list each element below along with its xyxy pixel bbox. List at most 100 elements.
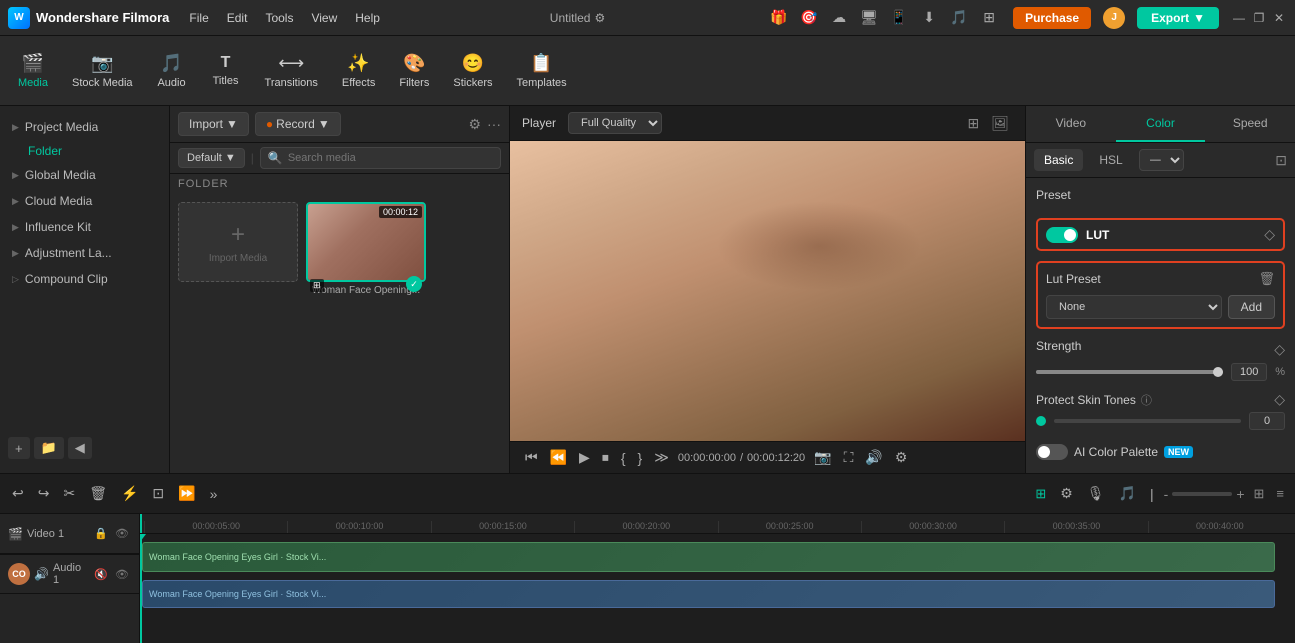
tl-mic-button[interactable]: 🎙 (1083, 482, 1109, 505)
tool-titles[interactable]: T Titles (201, 48, 251, 93)
tool-transitions[interactable]: ⟷ Transitions (255, 47, 328, 95)
video-track-area[interactable]: Woman Face Opening Eyes Girl · Stock Vi.… (140, 534, 1295, 643)
menu-help[interactable]: Help (347, 7, 388, 29)
panel-cloud-media[interactable]: ▶ Cloud Media (0, 188, 169, 214)
video-clip[interactable]: Woman Face Opening Eyes Girl · Stock Vi.… (142, 542, 1275, 572)
video-track-eye[interactable]: 👁 (113, 526, 131, 541)
tab-video[interactable]: Video (1026, 106, 1116, 142)
close-button[interactable]: ✕ (1271, 10, 1287, 26)
import-button[interactable]: Import ▼ (178, 112, 249, 136)
tl-more-button[interactable]: » (206, 483, 222, 505)
lut-add-button[interactable]: Add (1228, 295, 1275, 319)
tl-audio-button[interactable]: 🎵 (1115, 482, 1140, 505)
play-button[interactable]: ▶ (576, 446, 593, 469)
strength-value[interactable]: 100 (1231, 363, 1267, 381)
maximize-button[interactable]: ❐ (1251, 10, 1267, 26)
tl-split-button[interactable]: ⚡ (117, 482, 142, 505)
volume-button[interactable]: 🔊 (862, 446, 885, 469)
panel-project-media[interactable]: ▶ Project Media (0, 114, 169, 140)
subtab-hsl[interactable]: HSL (1089, 149, 1132, 171)
zoom-in-icon[interactable]: + (1236, 486, 1244, 502)
audio-track-mute[interactable]: 🔇 (92, 567, 110, 582)
video-track-lock[interactable]: 🔒 (92, 526, 110, 541)
lut-toggle[interactable] (1046, 227, 1078, 243)
tab-color[interactable]: Color (1116, 106, 1206, 142)
more-icon[interactable]: ··· (487, 116, 501, 133)
mark-in-button[interactable]: { (618, 447, 629, 469)
purchase-button[interactable]: Purchase (1013, 7, 1091, 29)
tool-stickers[interactable]: 😊 Stickers (443, 47, 502, 95)
panel-arrow-button[interactable]: ◀ (68, 437, 92, 459)
panel-adjustment-layer[interactable]: ▶ Adjustment La... (0, 240, 169, 266)
minimize-button[interactable]: — (1231, 10, 1247, 26)
snapshot-button[interactable]: 📷 (811, 446, 834, 469)
skip-back-button[interactable]: ⏮ (522, 446, 541, 469)
tl-delete-button[interactable]: 🗑 (85, 482, 111, 505)
tool-effects[interactable]: ✨ Effects (332, 47, 385, 95)
zoom-out-icon[interactable]: - (1164, 486, 1169, 502)
quality-select[interactable]: Full Quality (568, 112, 662, 134)
music-icon[interactable]: 🎵 (947, 6, 971, 30)
strength-slider[interactable] (1036, 370, 1223, 374)
video-clip-thumb[interactable]: 00:00:12 ⊞ ✓ Woman Face Opening... (306, 202, 426, 296)
record-button[interactable]: ● Record ▼ (255, 112, 341, 136)
panel-folder[interactable]: Folder (0, 140, 169, 162)
download-icon[interactable]: ⬇ (917, 6, 941, 30)
protect-diamond-icon[interactable]: ◇ (1274, 391, 1285, 408)
zoom-slider[interactable] (1172, 492, 1232, 496)
diamond-icon[interactable]: ◇ (1264, 226, 1275, 243)
menu-file[interactable]: File (181, 7, 216, 29)
tl-grid-button[interactable]: ⊞ (1251, 483, 1268, 505)
panel-influence-kit[interactable]: ▶ Influence Kit (0, 214, 169, 240)
tl-crop-button[interactable]: ⊡ (148, 482, 168, 505)
tl-redo-button[interactable]: ↪ (34, 482, 54, 505)
stop-button[interactable]: ⏹ (599, 446, 612, 469)
filter-icon[interactable]: ⚙ (468, 116, 481, 133)
phone-icon[interactable]: 📱 (887, 6, 911, 30)
tl-marker-button[interactable]: | (1146, 483, 1158, 505)
tl-speed-button[interactable]: ⏩ (174, 482, 199, 505)
tl-cut-button[interactable]: ✂ (59, 482, 79, 505)
protect-value[interactable]: 0 (1249, 412, 1285, 430)
audio-track-eye[interactable]: 👁 (113, 567, 131, 582)
tl-snap-button[interactable]: ⊞ (1031, 483, 1050, 505)
panel-global-media[interactable]: ▶ Global Media (0, 162, 169, 188)
tool-stock-media[interactable]: 📷 Stock Media (62, 47, 143, 95)
audio-clip[interactable]: Woman Face Opening Eyes Girl · Stock Vi.… (142, 580, 1275, 608)
grid-view-icon[interactable]: ⊞ (963, 113, 983, 134)
lut-none-select[interactable]: None (1046, 295, 1222, 319)
mark-out-button[interactable]: } (635, 447, 646, 469)
panel-compound-clip[interactable]: ▷ Compound Clip (0, 266, 169, 292)
grid-icon[interactable]: ⊞ (977, 6, 1001, 30)
tl-layout-button[interactable]: ≡ (1273, 483, 1287, 504)
gift-icon[interactable]: 🎁 (767, 6, 791, 30)
panel-add-button[interactable]: + (8, 437, 30, 459)
user-avatar[interactable]: J (1103, 7, 1125, 29)
fullscreen-button[interactable]: ⛶ (841, 446, 857, 469)
menu-view[interactable]: View (303, 7, 345, 29)
compare-icon[interactable]: ⊡ (1275, 152, 1287, 169)
menu-tools[interactable]: Tools (257, 7, 301, 29)
more-button[interactable]: ≫ (651, 446, 672, 469)
import-media-placeholder[interactable]: + Import Media (178, 202, 298, 282)
protect-info-icon[interactable]: ⓘ (1141, 392, 1152, 408)
tl-undo-button[interactable]: ↩ (8, 482, 28, 505)
target-icon[interactable]: 🎯 (797, 6, 821, 30)
trash-icon[interactable]: 🗑 (1258, 271, 1275, 287)
tool-media[interactable]: 🎬 Media (8, 47, 58, 95)
export-button[interactable]: Export ▼ (1137, 7, 1219, 29)
protect-slider[interactable] (1054, 419, 1241, 423)
search-input[interactable] (288, 152, 493, 164)
strength-diamond-icon[interactable]: ◇ (1274, 341, 1285, 358)
tool-audio[interactable]: 🎵 Audio (147, 47, 197, 95)
cloud-icon[interactable]: ☁ (827, 6, 851, 30)
default-button[interactable]: Default ▼ (178, 148, 245, 168)
tl-settings-button[interactable]: ⚙ (1056, 482, 1077, 505)
tool-filters[interactable]: 🎨 Filters (389, 47, 439, 95)
tool-templates[interactable]: 📋 Templates (506, 47, 576, 95)
image-view-icon[interactable]: 🖼 (987, 113, 1013, 134)
ai-color-toggle[interactable] (1036, 444, 1068, 460)
subtab-basic[interactable]: Basic (1034, 149, 1083, 171)
monitor-icon[interactable]: 🖥 (857, 6, 881, 30)
menu-edit[interactable]: Edit (219, 7, 256, 29)
